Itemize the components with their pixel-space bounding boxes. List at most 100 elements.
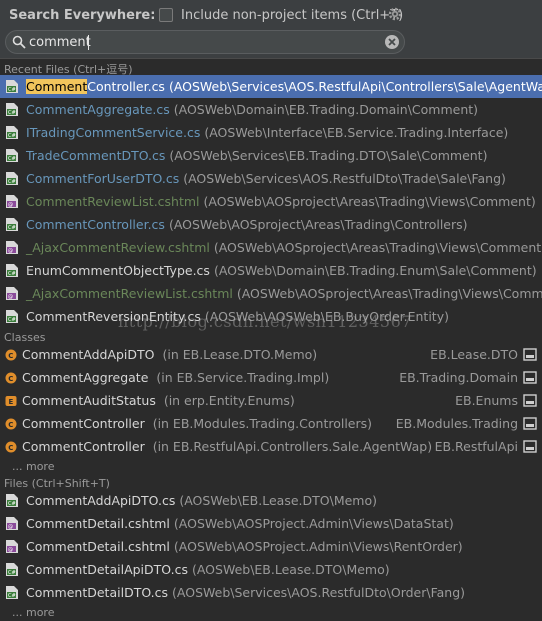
cs-file-icon: C# [6,563,18,576]
file-row[interactable]: @ CommentDetail.cshtml (AOSWeb\AOSProjec… [0,512,542,535]
cs-file-icon: C# [6,494,18,507]
file-name: CommentDetailApiDTO.cs [26,562,188,577]
svg-text:E: E [9,398,14,406]
class-icon: C [5,441,17,453]
recent-file-row[interactable]: C# ITradingCommentService.cs (AOSWeb\Int… [0,121,542,144]
class-icon: C [5,349,17,361]
file-location: (AOSWeb\Services\AOS.RestfulApi\Controll… [168,79,542,94]
file-name: CommentAggregate.cs [26,102,170,117]
file-location: (AOSWeb\Domain\EB.Trading.Enum\Sale\Comm… [213,263,537,278]
class-package: (in EB.Modules.Trading.Controllers) [152,416,373,431]
file-row[interactable]: C# CommentDetailDTO.cs (AOSWeb\Services\… [0,581,542,604]
search-field[interactable]: comment [5,30,405,54]
file-location: (AOSWeb\AOSproject\Areas\Trading\Views\C… [203,194,536,209]
svg-text:C: C [8,421,13,429]
recent-file-row[interactable]: @ _AjaxCommentReview.cshtml (AOSWeb\AOSp… [0,236,542,259]
class-name: CommentAddApiDTO [22,347,155,362]
file-name: CommentAddApiDTO.cs [26,493,176,508]
recent-file-row[interactable]: @ CommentReviewList.cshtml (AOSWeb\AOSpr… [0,190,542,213]
class-module: EB.Lease.DTO [430,347,518,362]
class-row[interactable]: E CommentAuditStatus (in erp.Entity.Enum… [0,389,542,412]
classes-more-link[interactable]: ... more [12,460,54,473]
cs-file-icon: C# [6,103,18,116]
file-location: (AOSWeb\EB.Lease.DTO\Memo) [179,493,377,508]
cs-file-icon: C# [6,149,18,162]
class-row[interactable]: C CommentController (in EB.RestfulApi.Co… [0,435,542,458]
class-module: EB.Enums [455,393,518,408]
popup-title: Search Everywhere: [9,8,156,23]
recent-file-row[interactable]: C# CommentController.cs (AOSWeb\AOSproje… [0,213,542,236]
class-package: (in erp.Entity.Enums) [163,393,295,408]
cs-file-icon: C# [6,80,18,93]
recent-file-row[interactable]: @ _AjaxCommentReviewList.cshtml (AOSWeb\… [0,282,542,305]
search-everywhere-header: Search Everywhere: Include non-project i… [0,0,542,30]
class-module: EB.RestfulApi [434,439,518,454]
file-name: EnumCommentObjectType.cs [26,263,210,278]
svg-text:@: @ [8,202,13,208]
include-non-project-checkbox[interactable] [159,8,173,22]
class-package: (in EB.Lease.DTO.Memo) [162,347,318,362]
class-icon: C [5,372,17,384]
class-package: (in EB.Service.Trading.Impl) [156,370,330,385]
file-name: CommentReviewList.cshtml [26,194,200,209]
file-location: (AOSWeb\Services\EB.Trading.DTO\Sale\Com… [169,148,488,163]
results-list: Recent Files (Ctrl+逗号) C# CommentControl… [0,58,542,621]
file-name: TradeCommentDTO.cs [26,148,166,163]
file-location: (AOSWeb\AOSProject.Admin\Views\DataStat) [173,516,454,531]
recent-file-row[interactable]: C# EnumCommentObjectType.cs (AOSWeb\Doma… [0,259,542,282]
class-row[interactable]: C CommentAddApiDTO (in EB.Lease.DTO.Memo… [0,343,542,366]
include-non-project-label[interactable]: Include non-project items (Ctrl+T) [181,8,403,23]
svg-text:@: @ [8,547,13,553]
file-row[interactable]: C# CommentDetailApiDTO.cs (AOSWeb\EB.Lea… [0,558,542,581]
svg-text:C#: C# [8,87,16,93]
cs-file-icon: C# [6,218,18,231]
cshtml-file-icon: @ [6,241,18,254]
cshtml-file-icon: @ [6,517,18,530]
file-location: (AOSWeb\Interface\EB.Service.Trading.Int… [204,125,509,140]
cshtml-file-icon: @ [6,287,18,300]
class-package: (in EB.RestfulApi.Controllers.Sale.Agent… [152,439,433,454]
file-location: (AOSWeb\EB.Lease.DTO\Memo) [191,562,390,577]
recent-file-row[interactable]: C# TradeCommentDTO.cs (AOSWeb\Services\E… [0,144,542,167]
enum-icon: E [5,396,17,406]
file-name: CommentDetail.cshtml [26,516,170,531]
module-icon [523,417,537,430]
files-more-link[interactable]: ... more [12,606,54,619]
class-icon: C [5,418,17,430]
gear-icon[interactable] [387,6,403,22]
svg-text:C: C [8,444,13,452]
file-row[interactable]: C# CommentAddApiDTO.cs (AOSWeb\EB.Lease.… [0,489,542,512]
svg-text:C: C [8,352,13,360]
class-name: CommentController [22,439,145,454]
search-input[interactable]: comment [29,35,91,50]
class-module: EB.Modules.Trading [395,416,518,431]
recent-file-row[interactable]: C# CommentController.cs (AOSWeb\Services… [0,75,542,98]
recent-file-row[interactable]: C# CommentAggregate.cs (AOSWeb\Domain\EB… [0,98,542,121]
svg-text:@: @ [8,294,13,300]
class-name: CommentController [22,416,145,431]
file-location: (AOSWeb\AOSProject.Admin\Views\RentOrder… [173,539,463,554]
class-name: CommentAuditStatus [22,393,156,408]
file-location: (AOSWeb\Domain\EB.Trading.Domain\Comment… [173,102,479,117]
svg-text:C#: C# [8,501,16,507]
file-row[interactable]: @ CommentDetail.cshtml (AOSWeb\AOSProjec… [0,535,542,558]
svg-text:C#: C# [8,133,16,139]
svg-text:@: @ [8,524,13,530]
cs-file-icon: C# [6,586,18,599]
match-highlight: Comment [26,79,88,94]
recent-file-row[interactable]: C# CommentForUserDTO.cs (AOSWeb\Services… [0,167,542,190]
svg-text:C#: C# [8,179,16,185]
file-location: (AOSWeb\Services\AOS.RestfulDto\Trade\Sa… [183,171,506,186]
class-row[interactable]: C CommentAggregate (in EB.Service.Tradin… [0,366,542,389]
svg-text:C: C [8,375,13,383]
cs-file-icon: C# [6,310,18,323]
file-name: CommentReversionEntity.cs [26,309,201,324]
module-icon [523,440,537,453]
svg-text:C#: C# [8,593,16,599]
file-location: (AOSWeb\AOSproject\Areas\Trading\Control… [168,217,468,232]
clear-search-icon[interactable] [384,34,400,50]
file-name: CommentController.cs [26,217,165,232]
class-row[interactable]: C CommentController (in EB.Modules.Tradi… [0,412,542,435]
module-icon [523,371,537,384]
recent-file-row[interactable]: C# CommentReversionEntity.cs (AOSWeb\AOS… [0,305,542,328]
